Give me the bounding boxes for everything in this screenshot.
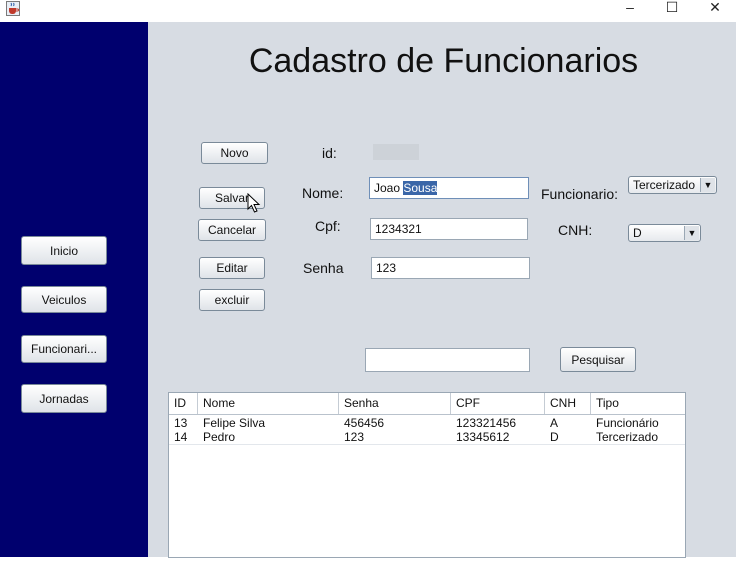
column-header-tipo[interactable]: Tipo [591, 393, 685, 414]
table-cell: Funcionário [596, 416, 659, 430]
nome-selected-text: Sousa [403, 181, 438, 195]
cnh-combo[interactable]: D ▼ [628, 224, 701, 242]
cpf-label: Cpf: [315, 218, 341, 234]
table-cell: A [550, 416, 559, 430]
table-cell: Felipe Silva [203, 416, 266, 430]
excluir-button[interactable]: excluir [199, 289, 265, 311]
table-cell: 13345612 [456, 430, 510, 444]
table-cell: D [550, 430, 559, 444]
sidebar-item-jornadas[interactable]: Jornadas [21, 384, 107, 413]
table-cell: Tercerizado [596, 430, 659, 444]
cnh-combo-value: D [633, 226, 642, 240]
column-header-nome[interactable]: Nome [198, 393, 339, 414]
funcionario-combo-value: Tercerizado [633, 178, 696, 192]
nome-label: Nome: [302, 185, 344, 201]
maximize-button[interactable]: ☐ [652, 0, 692, 16]
funcionario-combo[interactable]: Tercerizado ▼ [628, 176, 717, 194]
minimize-button[interactable]: – [610, 0, 650, 16]
chevron-down-icon: ▼ [684, 226, 699, 240]
table-cell: 14 [174, 430, 188, 444]
pesquisar-button[interactable]: Pesquisar [560, 347, 636, 372]
id-value [373, 144, 419, 160]
sidebar-item-veiculos[interactable]: Veiculos [21, 286, 107, 313]
page-title: Cadastro de Funcionarios [248, 42, 639, 80]
column-header-senha[interactable]: Senha [339, 393, 451, 414]
close-button[interactable]: ✕ [695, 0, 735, 16]
senha-field[interactable]: 123 [371, 257, 530, 279]
search-input[interactable] [365, 348, 530, 372]
table-row[interactable]: 13 Felipe Silva 456456 123321456 A Funci… [169, 416, 685, 430]
cnh-label: CNH: [558, 222, 593, 238]
chevron-down-icon: ▼ [700, 178, 715, 192]
table-header: ID Nome Senha CPF CNH Tipo [169, 393, 685, 415]
table-row[interactable]: 14 Pedro 123 13345612 D Tercerizado [169, 430, 685, 444]
column-header-id[interactable]: ID [169, 393, 198, 414]
sidebar-item-funcionarios[interactable]: Funcionari... [21, 335, 107, 363]
column-header-cnh[interactable]: CNH [545, 393, 591, 414]
cancelar-button[interactable]: Cancelar [198, 219, 266, 241]
row-divider [169, 444, 685, 445]
table-cell: 13 [174, 416, 188, 430]
table-cell: Pedro [203, 430, 236, 444]
cpf-field[interactable]: 1234321 [370, 218, 528, 240]
table-cell: 123 [344, 430, 365, 444]
funcionario-label: Funcionario: [541, 186, 619, 202]
editar-button[interactable]: Editar [199, 257, 265, 279]
table-cell: 456456 [344, 416, 385, 430]
sidebar-item-inicio[interactable]: Inicio [21, 236, 107, 265]
mouse-pointer-icon [247, 192, 261, 218]
nome-field[interactable]: Joao Sousa [369, 177, 529, 199]
funcionarios-table[interactable]: ID Nome Senha CPF CNH Tipo 13 Felipe Sil… [168, 392, 686, 558]
java-cup-icon [6, 1, 20, 16]
table-cell: 123321456 [456, 416, 517, 430]
senha-label: Senha [303, 260, 344, 276]
id-label: id: [322, 145, 337, 161]
column-header-cpf[interactable]: CPF [451, 393, 545, 414]
nome-text: Joao [374, 181, 404, 195]
novo-button[interactable]: Novo [201, 142, 268, 164]
